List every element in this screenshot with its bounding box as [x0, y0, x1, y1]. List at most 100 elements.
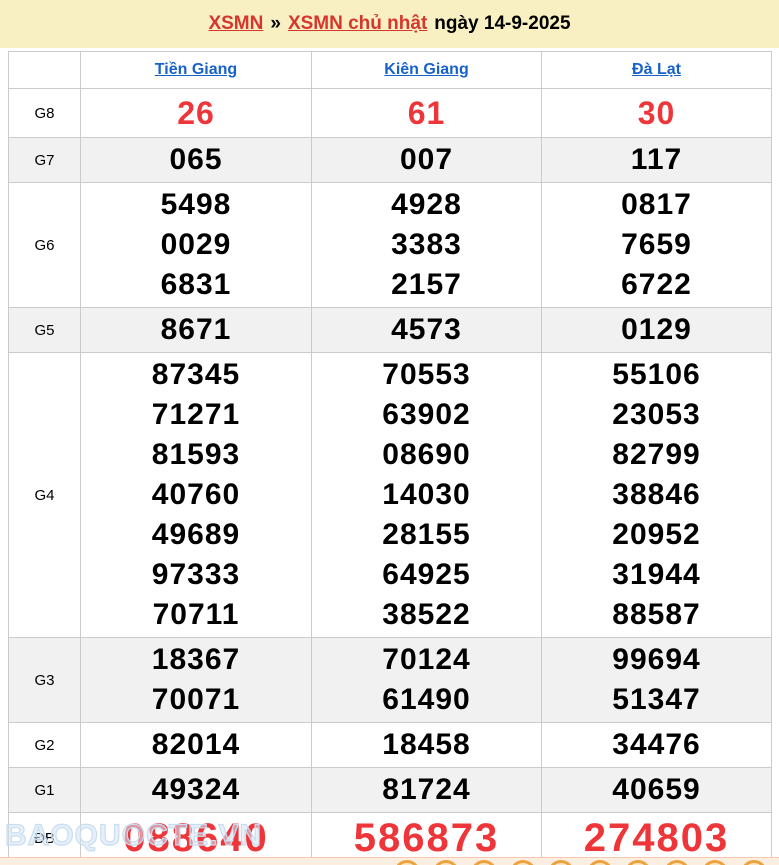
table-row: G4 87345 71271 81593 40760 49689 97333 70711 705…: [8, 352, 772, 638]
result-cell: 4928 3383 2157: [311, 182, 542, 308]
result-value: 08690: [382, 438, 471, 471]
result-value: 065: [169, 143, 223, 176]
lotto-ball-icon: [509, 860, 536, 865]
result-cell: 82014: [80, 722, 312, 768]
result-value: 63902: [382, 398, 471, 431]
result-cell: 70124 61490: [311, 637, 542, 723]
result-value: 274803: [583, 816, 730, 860]
result-value: 0817: [621, 188, 692, 221]
lotto-ball-icon: [586, 860, 613, 865]
result-value: 38522: [382, 598, 471, 631]
result-cell: 49324: [80, 767, 312, 813]
lotto-ball-icon: [548, 860, 574, 865]
table-row: G3 18367 70071 70124 61490 99694 51347: [8, 637, 772, 723]
province-link-kien-giang[interactable]: Kiên Giang: [384, 61, 468, 78]
result-value: 34476: [612, 728, 701, 761]
result-cell: 007: [311, 137, 542, 183]
result-value: 3383: [391, 228, 462, 261]
prize-label: G1: [8, 767, 81, 813]
result-value: 26: [177, 95, 215, 131]
result-value: 5498: [160, 188, 232, 221]
result-value: 88587: [612, 598, 701, 631]
result-cell: 30: [541, 88, 772, 138]
result-cell: 81724: [311, 767, 542, 813]
result-cell: 87345 71271 81593 40760 49689 97333 70711: [80, 352, 312, 638]
province-header-cell: Kiên Giang: [311, 51, 542, 89]
result-value: 55106: [612, 358, 701, 391]
lotto-ball-icon: [740, 860, 767, 865]
result-value: 81724: [382, 773, 471, 806]
lotto-ball-icon: [702, 860, 728, 865]
result-value: 28155: [382, 518, 471, 551]
result-cell: 117: [541, 137, 772, 183]
result-cell: 18458: [311, 722, 542, 768]
results-table: Tiền Giang Kiên Giang Đà Lạt G8 26 61 30 G7 0…: [8, 51, 772, 865]
result-value: 117: [630, 143, 683, 176]
result-value: 7659: [621, 228, 692, 261]
result-cell: 40659: [541, 767, 772, 813]
result-value: 088640: [123, 816, 269, 860]
xsmn-breadcrumb-link[interactable]: XSMN: [208, 13, 263, 35]
result-cell: 8671: [80, 307, 312, 353]
result-cell: 0817 7659 6722: [541, 182, 772, 308]
result-value: 97333: [151, 558, 241, 591]
prize-label: G7: [8, 137, 81, 183]
result-cell: 18367 70071: [80, 637, 312, 723]
result-cell: 55106 23053 82799 38846 20952 31944 88587: [541, 352, 772, 638]
result-value: 8671: [160, 313, 232, 346]
page-header: XSMN » XSMN chủ nhật ngày 14-9-2025: [0, 0, 779, 48]
result-value: 18458: [382, 728, 471, 761]
lotto-ball-icon: [663, 860, 690, 865]
result-value: 61: [407, 95, 446, 131]
result-value: 87345: [151, 358, 241, 391]
result-value: 4928: [391, 188, 462, 221]
prize-label: G5: [8, 307, 81, 353]
breadcrumb-separator: »: [270, 13, 281, 34]
province-link-tien-giang[interactable]: Tiền Giang: [155, 61, 237, 78]
prize-label: G2: [8, 722, 81, 768]
lotto-ball-icon: [471, 860, 497, 865]
province-header-cell: Tiền Giang: [80, 51, 312, 89]
result-cell: 0129: [541, 307, 772, 353]
table-header-row: Tiền Giang Kiên Giang Đà Lạt: [8, 51, 772, 89]
province-header-cell: Đà Lạt: [541, 51, 772, 89]
result-value: 99694: [612, 643, 701, 676]
table-row: G8 26 61 30: [8, 88, 772, 138]
result-value: 70071: [151, 683, 241, 716]
province-link-da-lat[interactable]: Đà Lạt: [632, 61, 681, 78]
result-value: 586873: [353, 816, 500, 860]
result-value: 6831: [160, 268, 232, 301]
result-value: 18367: [151, 643, 241, 676]
table-row: G5 8671 4573 0129: [8, 307, 772, 353]
result-value: 51347: [612, 683, 701, 716]
result-cell: 26: [80, 88, 312, 138]
result-value: 64925: [382, 558, 471, 591]
result-value: 82014: [151, 728, 241, 761]
result-value: 007: [399, 143, 454, 176]
result-value: 0029: [160, 228, 232, 261]
draw-date-text: ngày 14-9-2025: [434, 13, 571, 34]
prize-label: G6: [8, 182, 81, 308]
result-cell: 70553 63902 08690 14030 28155 64925 38522: [311, 352, 542, 638]
result-value: 49324: [151, 773, 241, 806]
result-value: 20952: [612, 518, 701, 551]
result-value: 61490: [382, 683, 471, 716]
result-value: 6722: [621, 268, 692, 301]
result-cell: 34476: [541, 722, 772, 768]
result-value: 23053: [612, 398, 701, 431]
prize-label: G4: [8, 352, 81, 638]
xsmn-sunday-link[interactable]: XSMN chủ nhật: [288, 13, 427, 35]
result-cell: 5498 0029 6831: [80, 182, 312, 308]
corner-cell: [8, 51, 81, 89]
result-value: 38846: [612, 478, 701, 511]
result-value: 40760: [151, 478, 241, 511]
lotto-ball-strip: [0, 857, 779, 865]
result-value: 81593: [151, 438, 241, 471]
result-value: 31944: [612, 558, 701, 591]
result-value: 71271: [151, 398, 241, 431]
result-cell: 065: [80, 137, 312, 183]
lotto-ball-icon: [625, 860, 651, 865]
prize-label: G8: [8, 88, 81, 138]
lotto-ball-icon: [394, 860, 420, 865]
table-row: G7 065 007 117: [8, 137, 772, 183]
